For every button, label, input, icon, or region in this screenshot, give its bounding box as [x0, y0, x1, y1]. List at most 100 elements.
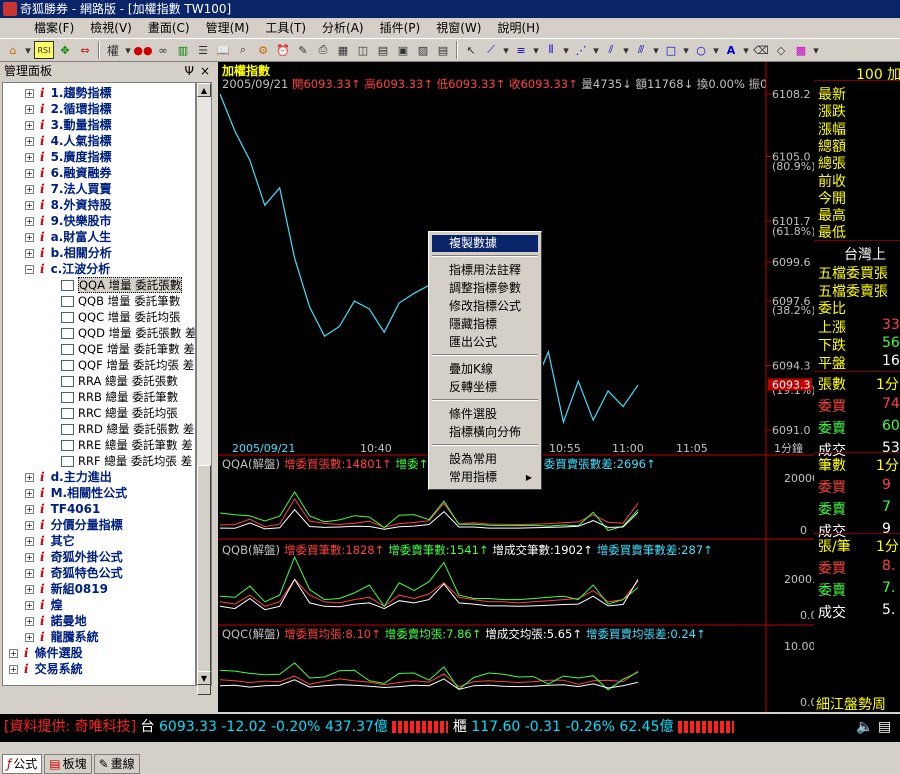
menu-adjust-params[interactable]: 調整指標參數 [432, 280, 538, 297]
tree-node[interactable]: + i 諾曼地 [3, 613, 195, 629]
move-icon[interactable]: ✥ [56, 41, 74, 59]
tree-node[interactable]: + i 煌 [3, 597, 195, 613]
menu-favorite-indicators[interactable]: 常用指標 ▶ [432, 469, 538, 486]
tree-node[interactable]: + i d.主力進出 [3, 469, 195, 485]
tree-node[interactable]: + i 分價分量指標 [3, 517, 195, 533]
expand-toggle-icon[interactable]: + [25, 89, 34, 98]
text-tool-icon[interactable]: A [722, 41, 740, 59]
formula-leaf[interactable]: QQA 增量 委託張數 [3, 277, 195, 293]
expand-toggle-icon[interactable]: + [9, 649, 18, 658]
tree-node[interactable]: + i a.財富人生 [3, 229, 195, 245]
menu-plugins[interactable]: 插件(P) [372, 18, 429, 38]
home-icon[interactable]: ⌂ [4, 41, 22, 59]
dropdown-arrow-icon[interactable]: ▾ [652, 41, 660, 59]
tab-drawing[interactable]: ✎ 畫線 [93, 754, 140, 774]
gear-icon[interactable]: ⚙ [254, 41, 272, 59]
menu-indicator-notes[interactable]: 指標用法註釋 [432, 262, 538, 279]
dropdown-arrow-icon[interactable]: ▾ [502, 41, 510, 59]
tree-node[interactable]: + i 2.循環指標 [3, 101, 195, 117]
tab-formula[interactable]: ƒ 公式 [2, 754, 43, 774]
tree-node[interactable]: + i 其它 [3, 533, 195, 549]
layout-grid-icon[interactable]: ▦ [334, 41, 352, 59]
scroll-up-arrow-icon[interactable]: ▲ [197, 83, 211, 97]
expand-toggle-icon[interactable]: + [25, 553, 34, 562]
dropdown-arrow-icon[interactable]: ▾ [622, 41, 630, 59]
fibonacci-icon[interactable]: ≡ [512, 41, 530, 59]
tree-node[interactable]: − i c.江波分析 [3, 261, 195, 277]
tree-node[interactable]: + i 奇狐外掛公式 [3, 549, 195, 565]
menu-horizontal-distribution[interactable]: 指標橫向分佈 [432, 424, 538, 441]
menu-view[interactable]: 檢視(V) [82, 18, 140, 38]
tree-node[interactable]: + i 5.廣度指標 [3, 149, 195, 165]
expand-toggle-icon[interactable]: + [25, 489, 34, 498]
expand-toggle-icon[interactable]: + [25, 169, 34, 178]
dropdown-arrow-icon[interactable]: ▾ [812, 41, 820, 59]
tree-node[interactable]: + i M.相關性公式 [3, 485, 195, 501]
tree-node[interactable]: + i 4.人氣指標 [3, 133, 195, 149]
tree-node[interactable]: + i 龍騰系統 [3, 629, 195, 645]
tree-node[interactable]: + i 新組0819 [3, 581, 195, 597]
pen-icon[interactable]: ✎ [294, 41, 312, 59]
dropdown-arrow-icon[interactable]: ▾ [24, 41, 32, 59]
menu-export-formula[interactable]: 匯出公式 [432, 334, 538, 351]
formula-leaf[interactable]: QQE 增量 委託筆數 差 [3, 341, 195, 357]
fan-lines-icon[interactable]: ⋰ [572, 41, 590, 59]
formula-leaf[interactable]: RRC 總量 委託均張 [3, 405, 195, 421]
vertical-lines-icon[interactable]: ⦀ [542, 41, 560, 59]
menu-window[interactable]: 視窗(W) [428, 18, 489, 38]
expand-toggle-icon[interactable]: + [25, 537, 34, 546]
expand-toggle-icon[interactable]: + [25, 617, 34, 626]
search-icon[interactable]: ⌕ [234, 41, 252, 59]
formula-leaf[interactable]: RRD 總量 委託張數 差 [3, 421, 195, 437]
window-list-icon[interactable]: ▤ [434, 41, 452, 59]
expand-toggle-icon[interactable]: + [25, 105, 34, 114]
list-icon[interactable]: ☰ [194, 41, 212, 59]
picture-icon[interactable]: ▨ [414, 41, 432, 59]
expand-toggle-icon[interactable]: + [25, 233, 34, 242]
chart-icon[interactable]: ▥ [174, 41, 192, 59]
scroll-down-arrow-icon[interactable]: ▼ [197, 671, 211, 685]
expand-toggle-icon[interactable]: − [25, 265, 34, 274]
menu-copy-data[interactable]: 複製數據 [432, 235, 538, 252]
formula-leaf[interactable]: RRF 總量 委託均張 差 [3, 453, 195, 469]
expand-toggle-icon[interactable]: + [25, 633, 34, 642]
eraser-icon[interactable]: ⌫ [752, 41, 770, 59]
expand-toggle-icon[interactable]: + [25, 249, 34, 258]
dropdown-arrow-icon[interactable]: ▾ [742, 41, 750, 59]
layout-rows-icon[interactable]: ▤ [374, 41, 392, 59]
window-icon[interactable]: ▣ [394, 41, 412, 59]
tray-icon[interactable]: ▤ [878, 714, 891, 740]
tree-node[interactable]: + i 1.趨勢指標 [3, 85, 195, 101]
menu-help[interactable]: 說明(H) [489, 18, 547, 38]
scrollbar-thumb[interactable] [197, 465, 211, 695]
ellipse-icon[interactable]: ○ [692, 41, 710, 59]
expand-toggle-icon[interactable]: + [25, 601, 34, 610]
rectangle-icon[interactable]: □ [662, 41, 680, 59]
formula-leaf[interactable]: QQF 增量 委託均張 差 [3, 357, 195, 373]
expand-toggle-icon[interactable]: + [25, 217, 34, 226]
expand-toggle-icon[interactable]: + [25, 473, 34, 482]
layout-split-icon[interactable]: ◫ [354, 41, 372, 59]
menu-condition-select[interactable]: 條件選股 [432, 406, 538, 423]
menu-invert-axis[interactable]: 反轉坐標 [432, 379, 538, 396]
expand-toggle-icon[interactable]: + [25, 121, 34, 130]
tree-node[interactable]: + i 3.動量指標 [3, 117, 195, 133]
book-icon[interactable]: 📖 [214, 41, 232, 59]
palette-icon[interactable]: ▩ [792, 41, 810, 59]
tree-node[interactable]: + i 9.快樂股市 [3, 213, 195, 229]
pin-icon[interactable]: Ψ [185, 62, 194, 80]
menu-analysis[interactable]: 分析(A) [314, 18, 372, 38]
menu-edit-formula[interactable]: 修改指標公式 [432, 298, 538, 315]
channel-icon[interactable]: ⫽ [602, 41, 620, 59]
dropdown-arrow-icon[interactable]: ▾ [682, 41, 690, 59]
formula-leaf[interactable]: RRA 總量 委託張數 [3, 373, 195, 389]
close-icon[interactable]: × [200, 62, 210, 80]
cursor-icon[interactable]: ↖ [462, 41, 480, 59]
line-tool-icon[interactable]: ⟋ [482, 41, 500, 59]
expand-toggle-icon[interactable]: + [25, 137, 34, 146]
tree-node[interactable]: + i 8.外資持股 [3, 197, 195, 213]
speaker-icon[interactable]: 🔈 [856, 714, 873, 740]
formula-leaf[interactable]: QQC 增量 委託均張 [3, 309, 195, 325]
tab-sector[interactable]: ▤ 板塊 [44, 754, 92, 774]
expand-toggle-icon[interactable]: + [25, 585, 34, 594]
